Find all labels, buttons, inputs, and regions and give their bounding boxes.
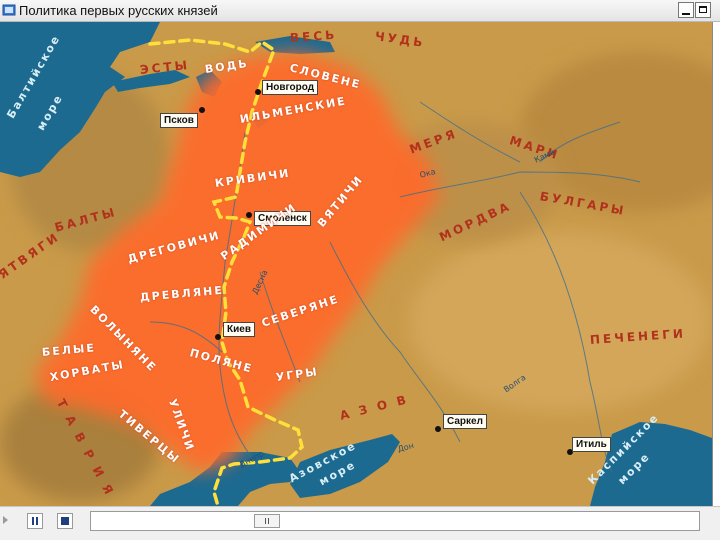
player-bar	[0, 506, 720, 540]
pause-icon	[31, 517, 39, 525]
title-bar: Политика первых русских князей	[0, 0, 720, 22]
maximize-button[interactable]	[695, 2, 711, 18]
city-novgorod: Новгород	[262, 80, 319, 95]
pause-button[interactable]	[27, 513, 43, 529]
play-arrow-icon	[3, 516, 8, 524]
progress-track[interactable]	[90, 511, 700, 531]
city-itil: Итиль	[572, 437, 611, 452]
city-pskov: Псков	[160, 113, 198, 128]
pskov-dot	[199, 107, 205, 113]
minimize-button[interactable]	[678, 2, 694, 18]
smolensk-dot	[246, 212, 252, 218]
application-window: Политика первых русских князей Новгород …	[0, 0, 720, 540]
novgorod-dot	[255, 89, 261, 95]
progress-thumb[interactable]	[254, 514, 280, 528]
kiev-dot	[215, 334, 221, 340]
map-view: Новгород Псков Смоленск Киев Саркел Итил…	[0, 22, 713, 506]
region-ves: ВЕСЬ	[289, 27, 338, 45]
app-icon	[2, 4, 16, 16]
sarkel-dot	[435, 426, 441, 432]
window-title: Политика первых русских князей	[19, 3, 218, 18]
city-sarkel: Саркел	[443, 414, 487, 429]
city-kiev: Киев	[223, 322, 255, 337]
stop-button[interactable]	[57, 513, 73, 529]
stop-icon	[61, 517, 69, 525]
historical-map	[0, 22, 712, 506]
